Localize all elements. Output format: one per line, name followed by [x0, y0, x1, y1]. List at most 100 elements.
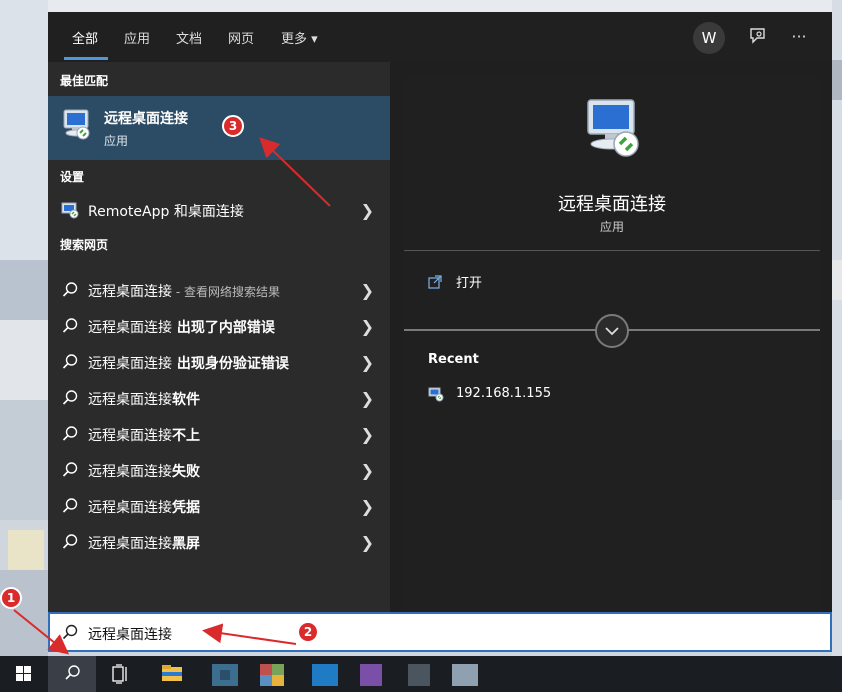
- web-search-label: 远程桌面连接凭据: [88, 497, 200, 517]
- chevron-right-icon[interactable]: ❯: [361, 353, 374, 372]
- search-input[interactable]: 远程桌面连接: [48, 612, 832, 652]
- web-search-item[interactable]: 远程桌面连接 出现身份验证错误 ❯: [48, 345, 390, 379]
- folder-icon: [162, 665, 182, 681]
- active-tab-indicator: [64, 57, 108, 60]
- tab-more-label: 更多: [281, 32, 308, 47]
- chevron-right-icon[interactable]: ❯: [361, 317, 374, 336]
- web-search-item[interactable]: 远程桌面连接 - 查看网络搜索结果 ❯: [48, 273, 390, 307]
- web-search-query: 远程桌面连接: [88, 428, 172, 444]
- web-search-item[interactable]: 远程桌面连接 出现了内部错误 ❯: [48, 309, 390, 343]
- taskbar-app-1[interactable]: [206, 656, 246, 692]
- remote-desktop-icon: [60, 108, 92, 146]
- web-search-label: 远程桌面连接失败: [88, 461, 200, 481]
- annotation-badge-3: 3: [222, 115, 244, 137]
- search-icon: [65, 665, 80, 680]
- open-action[interactable]: 打开: [456, 272, 482, 291]
- web-search-query: 远程桌面连接: [88, 284, 172, 300]
- web-search-query: 远程桌面连接: [88, 500, 172, 516]
- chevron-right-icon[interactable]: ❯: [361, 201, 374, 220]
- avatar[interactable]: W: [693, 22, 725, 54]
- results-list: 最佳匹配 远程桌面连接 应用 设置 RemoteApp 和桌面连接 ❯ 搜索网页…: [48, 62, 390, 612]
- expand-button[interactable]: [595, 314, 629, 348]
- search-icon: [60, 460, 80, 480]
- chevron-right-icon[interactable]: ❯: [361, 497, 374, 516]
- web-search-label: 远程桌面连接 - 查看网络搜索结果: [88, 281, 280, 301]
- detail-type: 应用: [599, 220, 624, 234]
- annotation-badge-1: 1: [0, 587, 22, 609]
- web-search-item[interactable]: 远程桌面连接不上 ❯: [48, 417, 390, 451]
- tab-all[interactable]: 全部: [72, 28, 98, 47]
- feedback-icon[interactable]: [747, 26, 769, 48]
- tab-more[interactable]: 更多 ▾: [281, 28, 318, 47]
- search-panel: 全部 应用 文档 网页 更多 ▾ W ··· 最佳匹配 远程桌面连接 应用 设置…: [48, 12, 832, 612]
- best-match-type: 应用: [104, 134, 129, 148]
- web-search-suggestion: - 查看网络搜索结果: [172, 285, 280, 299]
- tab-apps[interactable]: 应用: [124, 28, 150, 47]
- search-icon: [62, 624, 78, 644]
- open-icon: [428, 274, 442, 293]
- recent-heading: Recent: [428, 352, 479, 367]
- detail-divider-top: [404, 250, 820, 251]
- web-search-item[interactable]: 远程桌面连接黑屏 ❯: [48, 525, 390, 559]
- web-search-query: 远程桌面连接: [88, 320, 172, 336]
- more-options-icon[interactable]: ···: [788, 26, 810, 48]
- web-search-label: 远程桌面连接软件: [88, 389, 200, 409]
- detail-pane: 远程桌面连接 应用 打开 Recent 192.168.1.155: [404, 76, 820, 612]
- web-search-item[interactable]: 远程桌面连接软件 ❯: [48, 381, 390, 415]
- web-search-label: 远程桌面连接 出现身份验证错误: [88, 353, 289, 373]
- web-search-suggestion: 软件: [172, 392, 200, 408]
- search-icon: [60, 316, 80, 336]
- chevron-right-icon[interactable]: ❯: [361, 425, 374, 444]
- web-search-label: 远程桌面连接不上: [88, 425, 200, 445]
- web-search-item[interactable]: 远程桌面连接失败 ❯: [48, 453, 390, 487]
- best-match-result[interactable]: 远程桌面连接 应用: [48, 96, 390, 160]
- web-search-query: 远程桌面连接: [88, 536, 172, 552]
- web-search-suggestion: 出现了内部错误: [172, 320, 275, 336]
- web-search-label: 远程桌面连接 出现了内部错误: [88, 317, 275, 337]
- detail-title: 远程桌面连接: [558, 194, 666, 215]
- start-button[interactable]: [0, 656, 48, 692]
- search-icon: [60, 424, 80, 444]
- taskbar-app-2[interactable]: [256, 656, 296, 692]
- chevron-right-icon[interactable]: ❯: [361, 389, 374, 408]
- web-search-query: 远程桌面连接: [88, 392, 172, 408]
- tab-documents[interactable]: 文档: [176, 28, 202, 47]
- taskbar-app-3[interactable]: [306, 656, 346, 692]
- search-tabs-bar: 全部 应用 文档 网页 更多 ▾ W ···: [48, 12, 832, 62]
- web-search-suggestion: 不上: [172, 428, 200, 444]
- task-view-button[interactable]: [96, 656, 144, 692]
- web-search-item[interactable]: 远程桌面连接凭据 ❯: [48, 489, 390, 523]
- recent-item-icon: [428, 386, 444, 406]
- settings-item-label: RemoteApp 和桌面连接: [88, 204, 244, 220]
- search-query: 远程桌面连接: [88, 627, 172, 643]
- settings-item-remoteapp[interactable]: RemoteApp 和桌面连接 ❯: [48, 193, 390, 227]
- web-search-suggestion: 失败: [172, 464, 200, 480]
- web-search-suggestion: 凭据: [172, 500, 200, 516]
- remote-desktop-large-icon: [582, 96, 644, 164]
- best-match-title: 远程桌面连接: [104, 111, 188, 127]
- taskbar-search-button[interactable]: [48, 656, 96, 692]
- taskbar-app-5[interactable]: [402, 656, 442, 692]
- chevron-right-icon[interactable]: ❯: [361, 461, 374, 480]
- web-search-label: 远程桌面连接黑屏: [88, 533, 200, 553]
- windows-icon: [16, 666, 31, 681]
- web-search-suggestion: 黑屏: [172, 536, 200, 552]
- task-view-icon: [112, 664, 127, 684]
- chevron-down-icon: [605, 327, 619, 336]
- tab-web[interactable]: 网页: [228, 28, 254, 47]
- recent-item[interactable]: 192.168.1.155: [456, 386, 551, 401]
- web-search-query: 远程桌面连接: [88, 356, 172, 372]
- search-icon: [60, 532, 80, 552]
- search-icon: [60, 496, 80, 516]
- taskbar-app-6[interactable]: [448, 656, 488, 692]
- remoteapp-icon: [60, 200, 80, 220]
- taskbar-app-4[interactable]: [354, 656, 394, 692]
- file-explorer-button[interactable]: [148, 656, 196, 692]
- taskbar: [0, 656, 842, 692]
- section-web-search: 搜索网页: [60, 238, 109, 252]
- chevron-right-icon[interactable]: ❯: [361, 533, 374, 552]
- search-icon: [60, 280, 80, 300]
- chevron-down-icon: ▾: [311, 32, 318, 47]
- chevron-right-icon[interactable]: ❯: [361, 281, 374, 300]
- search-icon: [60, 352, 80, 372]
